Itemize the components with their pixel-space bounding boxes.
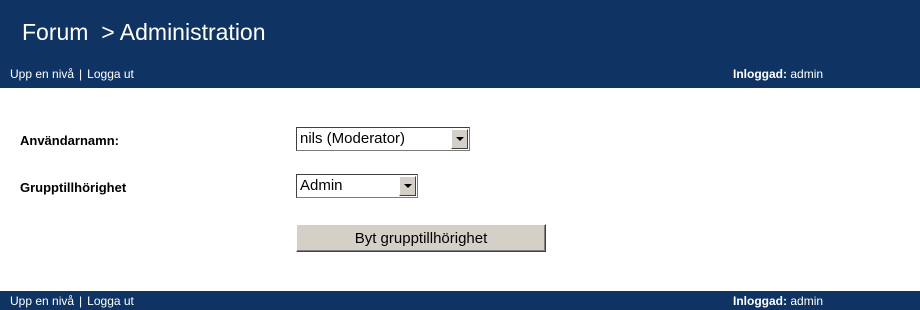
footer-login-label: Inloggad: xyxy=(733,294,787,308)
footer-up-one-level-link[interactable]: Upp en nivå xyxy=(10,294,74,308)
username-select-value: nils (Moderator) xyxy=(300,130,406,147)
page-title: Forum > Administration xyxy=(22,19,266,45)
footer-logout-link[interactable]: Logga ut xyxy=(87,294,134,308)
header-nav: Upp en nivå | Logga ut xyxy=(10,67,134,81)
login-label: Inloggad: xyxy=(733,67,787,81)
logout-link[interactable]: Logga ut xyxy=(87,67,134,81)
login-status: Inloggad: admin xyxy=(733,67,823,81)
footer-login-user: admin xyxy=(790,294,824,308)
chevron-down-icon xyxy=(455,137,464,141)
header-bar: Forum > Administration Upp en nivå | Logga… xyxy=(0,0,920,88)
footer-nav-separator: | xyxy=(79,294,83,308)
username-select[interactable]: nils (Moderator) xyxy=(296,127,470,151)
footer-nav: Upp en nivå | Logga ut xyxy=(10,294,134,308)
chevron-down-icon xyxy=(403,184,412,188)
nav-separator: | xyxy=(79,67,83,81)
change-group-button[interactable]: Byt grupptillhörighet xyxy=(296,224,546,252)
footer-login-status: Inloggad: admin xyxy=(733,294,823,308)
footer-bar: Upp en nivå | Logga ut Inloggad: admin xyxy=(0,291,920,310)
username-label: Användarnamn: xyxy=(20,133,119,148)
up-one-level-link[interactable]: Upp en nivå xyxy=(10,67,74,81)
username-dropdown-button[interactable] xyxy=(451,129,468,149)
login-user: admin xyxy=(790,67,824,81)
group-label: Grupptillhörighet xyxy=(20,180,127,195)
group-select-value: Admin xyxy=(300,177,343,194)
group-select[interactable]: Admin xyxy=(296,174,418,198)
group-dropdown-button[interactable] xyxy=(399,176,416,196)
